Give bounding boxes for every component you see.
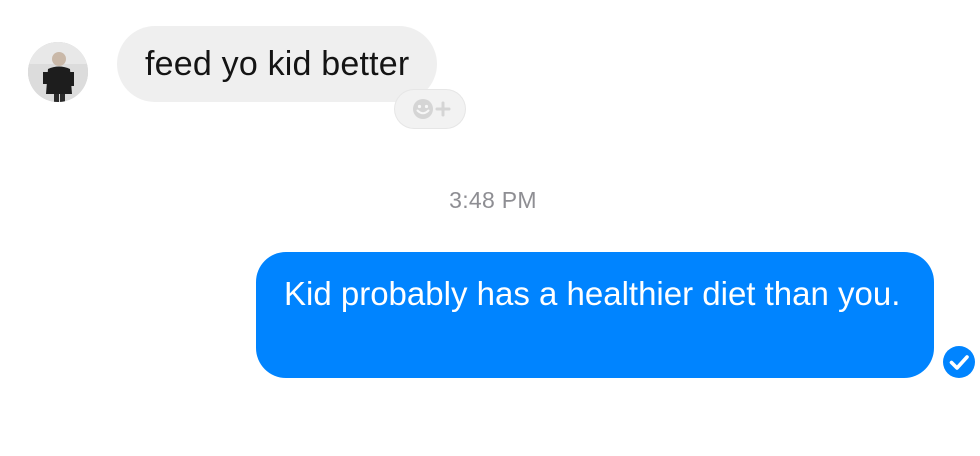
incoming-message-bubble[interactable]: feed yo kid better: [117, 26, 438, 102]
smiley-plus-icon: [413, 99, 451, 119]
add-reaction-button[interactable]: [395, 90, 465, 128]
outgoing-message-bubble[interactable]: Kid probably has a healthier diet than y…: [256, 252, 934, 378]
message-timestamp: 3:48 PM: [449, 187, 537, 213]
message-thread: feed yo kid better 3:48 PM Kid probably …: [0, 0, 980, 456]
outgoing-message-text: Kid probably has a healthier diet than y…: [284, 275, 901, 312]
sender-avatar[interactable]: [28, 42, 88, 102]
avatar-photo-icon: [28, 42, 88, 102]
incoming-message-text: feed yo kid better: [145, 44, 410, 83]
check-circle-icon: [943, 346, 975, 378]
